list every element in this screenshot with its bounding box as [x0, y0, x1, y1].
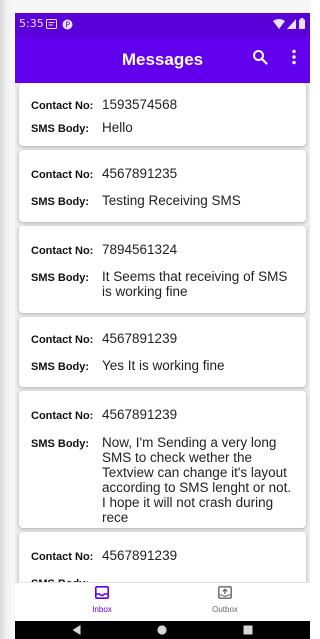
back-icon[interactable] — [72, 625, 81, 635]
app-bar: Messages — [15, 36, 310, 83]
messages-list[interactable]: Contact No: 1593574568 SMS Body: Hello C… — [15, 83, 310, 582]
message-card[interactable]: Contact No: 7894561324 SMS Body: It Seem… — [19, 226, 306, 313]
contact-number: 4567891235 — [102, 166, 178, 181]
contact-label: Contact No: — [31, 334, 94, 346]
search-icon[interactable] — [252, 49, 268, 65]
message-notification-icon — [46, 19, 57, 29]
contact-number: 7894561324 — [102, 242, 178, 257]
tab-inbox[interactable]: Inbox — [72, 586, 132, 614]
message-card[interactable]: Contact No: 4567891239 SMS Body: Now, I'… — [19, 391, 306, 528]
sms-body-label: SMS Body: — [31, 196, 90, 208]
wifi-icon — [273, 19, 285, 29]
message-card[interactable]: Contact No: 4567891239 SMS Body: Yes It … — [19, 317, 306, 387]
sms-body-label: SMS Body: — [31, 123, 90, 135]
contact-number: 4567891239 — [102, 407, 178, 422]
status-bar: 5:35 P — [15, 13, 310, 36]
sms-body-text: It Seems that receiving of SMS is workin… — [102, 269, 288, 299]
bottom-navigation: Inbox Outbox — [15, 582, 310, 622]
sms-body-text: Hello — [102, 120, 133, 135]
phone-screen: 5:35 P Messages Contact No: 1593574568 S… — [15, 13, 310, 639]
sms-body-label: SMS Body: — [31, 438, 90, 450]
sms-body-text: Testing Receiving SMS — [102, 193, 241, 208]
status-time: 5:35 — [19, 17, 44, 30]
message-card[interactable]: Contact No: 4567891235 SMS Body: Testing… — [19, 150, 306, 222]
home-icon[interactable] — [157, 625, 167, 635]
inbox-icon — [95, 586, 109, 599]
tab-outbox[interactable]: Outbox — [195, 586, 255, 614]
tab-inbox-label: Inbox — [92, 605, 112, 614]
contact-label: Contact No: — [31, 169, 94, 181]
more-vert-icon[interactable] — [291, 49, 297, 65]
sms-body-label: SMS Body: — [31, 361, 90, 373]
contact-number: 1593574568 — [102, 97, 178, 112]
contact-number: 4567891239 — [102, 331, 178, 346]
contact-label: Contact No: — [31, 410, 94, 422]
message-card[interactable]: Contact No: 4567891239 SMS Body: — [19, 532, 306, 582]
battery-icon — [299, 18, 305, 29]
recents-icon[interactable] — [243, 625, 253, 635]
signal-icon — [287, 19, 296, 29]
sms-body-text: Now, I'm Sending a very long SMS to chec… — [102, 435, 292, 525]
app-notification-icon: P — [62, 19, 73, 30]
sms-body-label: SMS Body: — [31, 272, 90, 284]
tab-outbox-label: Outbox — [212, 605, 238, 614]
contact-number: 4567891239 — [102, 548, 178, 563]
outbox-icon — [218, 586, 232, 599]
contact-label: Contact No: — [31, 100, 94, 112]
sms-body-text: Yes It is working fine — [102, 358, 225, 373]
contact-label: Contact No: — [31, 245, 94, 257]
svg-text:P: P — [65, 21, 70, 30]
system-navigation-bar — [15, 621, 310, 639]
contact-label: Contact No: — [31, 551, 94, 563]
message-card[interactable]: Contact No: 1593574568 SMS Body: Hello — [19, 83, 306, 146]
